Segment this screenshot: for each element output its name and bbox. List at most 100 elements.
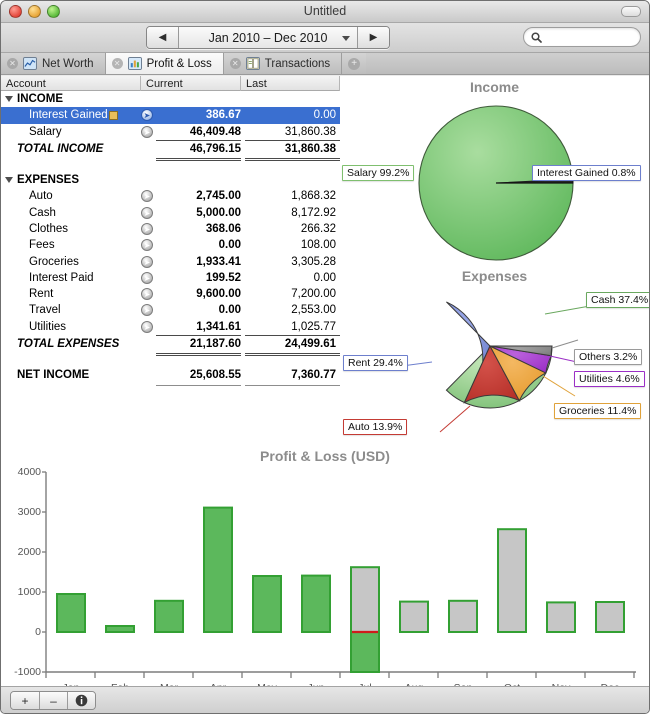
table-row[interactable]: Travel ➤ 0.00 2,553.00 — [1, 302, 340, 318]
add-tab-button[interactable]: + — [342, 53, 366, 74]
date-range-dropdown[interactable]: Jan 2010 – Dec 2010 — [179, 27, 357, 48]
current-value-cell: 1,933.41 — [156, 256, 241, 268]
last-value-cell: 1,025.77 — [241, 321, 336, 333]
column-header-account[interactable]: Account — [1, 76, 141, 91]
bar-jul-negative[interactable] — [351, 632, 379, 672]
arrow-right-icon[interactable]: ➤ — [141, 304, 153, 316]
table-header-row: Account Current Last — [1, 76, 340, 91]
toolbar: ◀ Jan 2010 – Dec 2010 ▶ — [1, 23, 649, 53]
group-header-income[interactable]: INCOME — [1, 91, 340, 107]
bar-apr[interactable] — [204, 508, 232, 632]
arrow-right-icon[interactable]: ➤ — [141, 126, 153, 138]
last-value-cell: 108.00 — [241, 239, 336, 251]
callout-interest-gained[interactable]: Interest Gained 0.8% — [532, 165, 641, 181]
close-icon[interactable]: ✕ — [230, 58, 241, 69]
table-row[interactable]: Groceries ➤ 1,933.41 3,305.28 — [1, 253, 340, 269]
tab-net-worth[interactable]: ✕ Net Worth — [1, 53, 106, 74]
account-name-cell: Rent — [1, 288, 141, 300]
group-header-expenses[interactable]: EXPENSES — [1, 172, 340, 188]
arrow-right-icon[interactable]: ➤ — [141, 272, 153, 284]
column-header-last[interactable]: Last — [241, 76, 340, 91]
arrow-right-icon[interactable]: ➤ — [141, 239, 153, 251]
income-pie-chart[interactable] — [340, 98, 650, 278]
bar-oct[interactable] — [498, 529, 526, 632]
total-label: TOTAL INCOME — [1, 143, 141, 155]
last-value-cell: 266.32 — [241, 223, 336, 235]
bar-jun[interactable] — [302, 576, 330, 632]
last-value-cell: 31,860.38 — [241, 126, 336, 138]
table-row[interactable]: Salary ➤ 46,409.48 31,860.38 — [1, 124, 340, 140]
disclosure-triangle-icon[interactable] — [5, 177, 13, 183]
bar-may[interactable] — [253, 576, 281, 632]
profit-loss-bar-chart[interactable]: Profit & Loss (USD) 4000 3000 2000 1000 … — [1, 442, 649, 686]
search-field[interactable] — [523, 27, 641, 47]
bar-feb[interactable] — [106, 626, 134, 632]
title-bar: Untitled — [1, 1, 649, 23]
callout-auto[interactable]: Auto 13.9% — [343, 419, 407, 435]
total-current-value: 46,796.15 — [156, 143, 241, 155]
current-value-cell: 2,745.00 — [156, 190, 241, 202]
callout-others[interactable]: Others 3.2% — [574, 349, 642, 365]
table-row[interactable]: Fees ➤ 0.00 108.00 — [1, 237, 340, 253]
table-row[interactable]: Utilities ➤ 1,341.61 1,025.77 — [1, 319, 340, 335]
net-income-last: 7,360.77 — [241, 369, 336, 381]
table-row[interactable]: Cash ➤ 5,000.00 8,172.92 — [1, 204, 340, 220]
groceries-leader-line — [543, 376, 575, 396]
table-row[interactable]: Interest Gained ➤ 386.67 0.00 — [1, 107, 340, 123]
arrow-right-icon[interactable]: ➤ — [141, 256, 153, 268]
last-value-cell: 2,553.00 — [241, 304, 336, 316]
close-icon[interactable]: ✕ — [112, 58, 123, 69]
bar-sep[interactable] — [449, 601, 477, 632]
bar-jan[interactable] — [57, 594, 85, 632]
column-header-current[interactable]: Current — [141, 76, 241, 91]
bar-jul-positive[interactable] — [351, 567, 379, 632]
bottom-button-group: + – — [10, 691, 96, 710]
arrow-right-icon[interactable]: ➤ — [141, 223, 153, 235]
others-leader-line — [552, 340, 578, 348]
table-row[interactable]: Clothes ➤ 368.06 266.32 — [1, 221, 340, 237]
truncation-icon — [109, 111, 118, 120]
arrow-right-icon[interactable]: ➤ — [141, 190, 153, 202]
window-title: Untitled — [1, 4, 649, 18]
tab-transactions[interactable]: ✕ Transactions — [224, 53, 342, 74]
total-double-rule — [1, 158, 340, 161]
table-row[interactable]: Auto ➤ 2,745.00 1,868.32 — [1, 188, 340, 204]
arrow-right-icon[interactable]: ➤ — [141, 207, 153, 219]
callout-cash[interactable]: Cash 37.4% — [586, 292, 650, 308]
info-button[interactable] — [67, 692, 95, 709]
callout-utilities[interactable]: Utilities 4.6% — [574, 371, 645, 387]
arrow-right-icon[interactable]: ➤ — [141, 109, 153, 121]
callout-groceries[interactable]: Groceries 11.4% — [554, 403, 641, 419]
total-double-rule — [1, 353, 340, 356]
bar-mar[interactable] — [155, 601, 183, 632]
current-value-cell: 386.67 — [156, 109, 241, 121]
callout-salary[interactable]: Salary 99.2% — [342, 165, 414, 181]
ledger-icon — [246, 57, 260, 70]
tab-bar: ✕ Net Worth ✕ Profit & Loss ✕ — [1, 53, 649, 75]
disclosure-triangle-icon[interactable] — [5, 96, 13, 102]
bar-aug[interactable] — [400, 602, 428, 632]
tab-profit-and-loss[interactable]: ✕ Profit & Loss — [106, 53, 224, 74]
add-account-button[interactable]: + — [11, 692, 39, 709]
table-row[interactable]: Interest Paid ➤ 199.52 0.00 — [1, 270, 340, 286]
content-area: Account Current Last INCOME Interest Gai… — [1, 76, 649, 686]
remove-account-button[interactable]: – — [39, 692, 67, 709]
line-chart-icon — [23, 57, 37, 70]
arrow-right-icon[interactable]: ➤ — [141, 321, 153, 333]
callout-rent[interactable]: Rent 29.4% — [343, 355, 408, 371]
arrow-right-icon[interactable]: ➤ — [141, 288, 153, 300]
bar-dec[interactable] — [596, 602, 624, 632]
account-name-cell: Clothes — [1, 223, 141, 235]
previous-period-button[interactable]: ◀ — [147, 27, 179, 48]
last-value-cell: 3,305.28 — [241, 256, 336, 268]
subtotal-rule — [1, 140, 340, 141]
last-value-cell: 0.00 — [241, 109, 336, 121]
net-income-label: NET INCOME — [1, 369, 141, 381]
bar-nov[interactable] — [547, 602, 575, 632]
close-icon[interactable]: ✕ — [7, 58, 18, 69]
table-row[interactable]: Rent ➤ 9,600.00 7,200.00 — [1, 286, 340, 302]
total-expenses-row: TOTAL EXPENSES 21,187.60 24,499.61 — [1, 336, 340, 353]
next-period-button[interactable]: ▶ — [357, 27, 389, 48]
toggle-toolbar-button[interactable] — [621, 6, 641, 17]
search-input[interactable] — [545, 30, 635, 44]
